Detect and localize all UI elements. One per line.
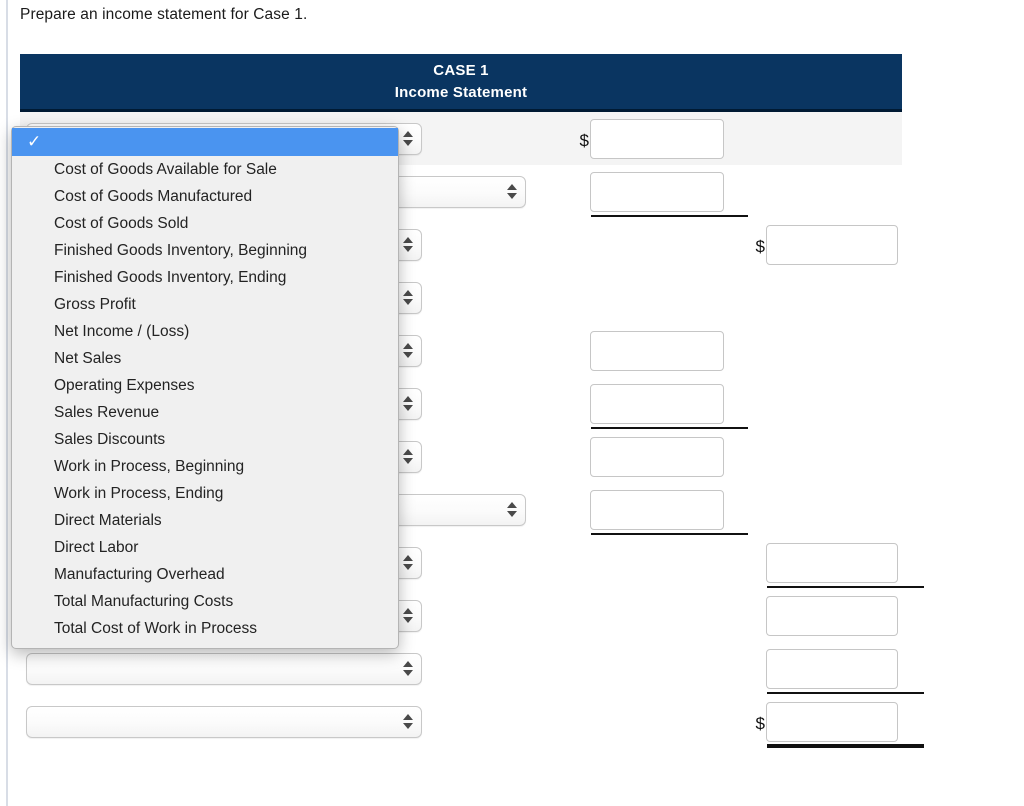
total-double-rule	[767, 744, 924, 748]
dropdown-option-label: Work in Process, Ending	[54, 485, 224, 502]
dropdown-option-label: Direct Materials	[54, 512, 162, 529]
select-stepper-icon	[402, 711, 413, 733]
dropdown-option-16[interactable]: Manufacturing Overhead	[12, 561, 398, 588]
dropdown-option-label: Cost of Goods Sold	[54, 215, 189, 232]
dropdown-option-label: Total Cost of Work in Process	[54, 620, 258, 637]
question-prompt: Prepare an income statement for Case 1.	[20, 6, 308, 23]
dropdown-option-label: Sales Discounts	[54, 431, 166, 448]
amount-input-col2-row-2[interactable]	[590, 171, 724, 212]
statement-title-type: Income Statement	[394, 84, 528, 101]
amount-cell-col2-row-8: $	[573, 489, 724, 530]
dropdown-option-1[interactable]: Cost of Goods Available for Sale	[12, 156, 398, 183]
dropdown-option-18[interactable]: Total Cost of Work in Process	[12, 615, 398, 642]
subtotal-rule	[591, 215, 748, 217]
dropdown-option-15[interactable]: Direct Labor	[12, 534, 398, 561]
select-stepper-icon	[402, 446, 413, 468]
amount-cell-col2-row-6: $	[573, 383, 724, 424]
statement-row: $	[20, 642, 924, 695]
amount-input-col3-row-10[interactable]	[766, 595, 898, 636]
subtotal-rule	[767, 692, 924, 694]
dropdown-option-label: Net Income / (Loss)	[54, 323, 190, 340]
dropdown-option-13[interactable]: Work in Process, Ending	[12, 480, 398, 507]
amount-input-col2-row-6[interactable]	[590, 383, 724, 424]
subtotal-rule	[591, 533, 748, 535]
select-stepper-icon	[402, 552, 413, 574]
dropdown-option-3[interactable]: Cost of Goods Sold	[12, 210, 398, 237]
dropdown-option-label: Work in Process, Beginning	[54, 458, 245, 475]
select-stepper-icon	[402, 287, 413, 309]
account-select-dropdown-menu[interactable]: ✓ Cost of Goods Available for Sale Cost of…	[11, 126, 399, 649]
statement-row: $	[20, 695, 924, 748]
amount-cell-col2-row-1: $	[573, 118, 724, 159]
select-stepper-icon	[402, 234, 413, 256]
amount-cell-col2-row-5: $	[573, 330, 724, 371]
currency-symbol: $	[755, 236, 765, 256]
dropdown-option-label: Gross Profit	[54, 296, 136, 313]
dropdown-option-7[interactable]: Net Income / (Loss)	[12, 318, 398, 345]
amount-input-col2-row-8[interactable]	[590, 489, 724, 530]
amount-input-col3-row-11[interactable]	[766, 648, 898, 689]
select-stepper-icon	[506, 499, 517, 521]
currency-symbol: $	[755, 713, 765, 733]
amount-input-col2-row-7[interactable]	[590, 436, 724, 477]
account-select-row-12[interactable]	[26, 705, 422, 738]
select-stepper-icon	[402, 340, 413, 362]
dropdown-option-17[interactable]: Total Manufacturing Costs	[12, 588, 398, 615]
dropdown-option-6[interactable]: Gross Profit	[12, 291, 398, 318]
dropdown-option-14[interactable]: Direct Materials	[12, 507, 398, 534]
select-stepper-icon	[402, 128, 413, 150]
page-left-rail	[6, 0, 8, 806]
amount-cell-col3-row-9: $	[749, 542, 898, 583]
dropdown-option-selected-blank[interactable]: ✓	[12, 128, 398, 156]
amount-cell-col2-row-7: $	[573, 436, 724, 477]
dropdown-option-5[interactable]: Finished Goods Inventory, Ending	[12, 264, 398, 291]
amount-cell-col2-row-2: $	[573, 171, 724, 212]
check-icon: ✓	[27, 132, 42, 151]
select-stepper-icon	[402, 658, 413, 680]
amount-input-col2-row-5[interactable]	[590, 330, 724, 371]
page-root: Prepare an income statement for Case 1. …	[0, 0, 1024, 806]
dropdown-option-label: Manufacturing Overhead	[54, 566, 225, 583]
amount-input-col3-row-9[interactable]	[766, 542, 898, 583]
dropdown-option-label: Cost of Goods Manufactured	[54, 188, 253, 205]
dropdown-option-11[interactable]: Sales Discounts	[12, 426, 398, 453]
currency-symbol: $	[579, 130, 589, 150]
amount-input-col3-row-12[interactable]	[766, 701, 898, 742]
select-stepper-icon	[402, 605, 413, 627]
amount-input-col2-row-1[interactable]	[590, 118, 724, 159]
dropdown-option-label: Finished Goods Inventory, Ending	[54, 269, 287, 286]
dropdown-option-2[interactable]: Cost of Goods Manufactured	[12, 183, 398, 210]
select-stepper-icon	[402, 393, 413, 415]
subtotal-rule	[767, 586, 924, 588]
dropdown-option-label: Net Sales	[54, 350, 122, 367]
dropdown-option-label: Operating Expenses	[54, 377, 195, 394]
amount-cell-col3-row-11: $	[749, 648, 898, 689]
amount-cell-col3-row-3: $	[749, 224, 898, 265]
dropdown-option-label: Finished Goods Inventory, Beginning	[54, 242, 308, 259]
dropdown-option-label: Sales Revenue	[54, 404, 160, 421]
dropdown-option-label: Total Manufacturing Costs	[54, 593, 234, 610]
amount-cell-col3-row-12: $	[749, 701, 898, 742]
dropdown-option-9[interactable]: Operating Expenses	[12, 372, 398, 399]
statement-header: CASE 1 Income Statement	[20, 54, 902, 112]
dropdown-option-10[interactable]: Sales Revenue	[12, 399, 398, 426]
dropdown-option-12[interactable]: Work in Process, Beginning	[12, 453, 398, 480]
dropdown-option-8[interactable]: Net Sales	[12, 345, 398, 372]
account-select-row-11[interactable]	[26, 652, 422, 685]
dropdown-option-label: Cost of Goods Available for Sale	[54, 161, 277, 178]
dropdown-option-label: Direct Labor	[54, 539, 139, 556]
subtotal-rule	[591, 427, 748, 429]
amount-input-col3-row-3[interactable]	[766, 224, 898, 265]
dropdown-option-4[interactable]: Finished Goods Inventory, Beginning	[12, 237, 398, 264]
statement-title-case: CASE 1	[433, 62, 489, 79]
amount-cell-col3-row-10: $	[749, 595, 898, 636]
select-stepper-icon	[506, 181, 517, 203]
